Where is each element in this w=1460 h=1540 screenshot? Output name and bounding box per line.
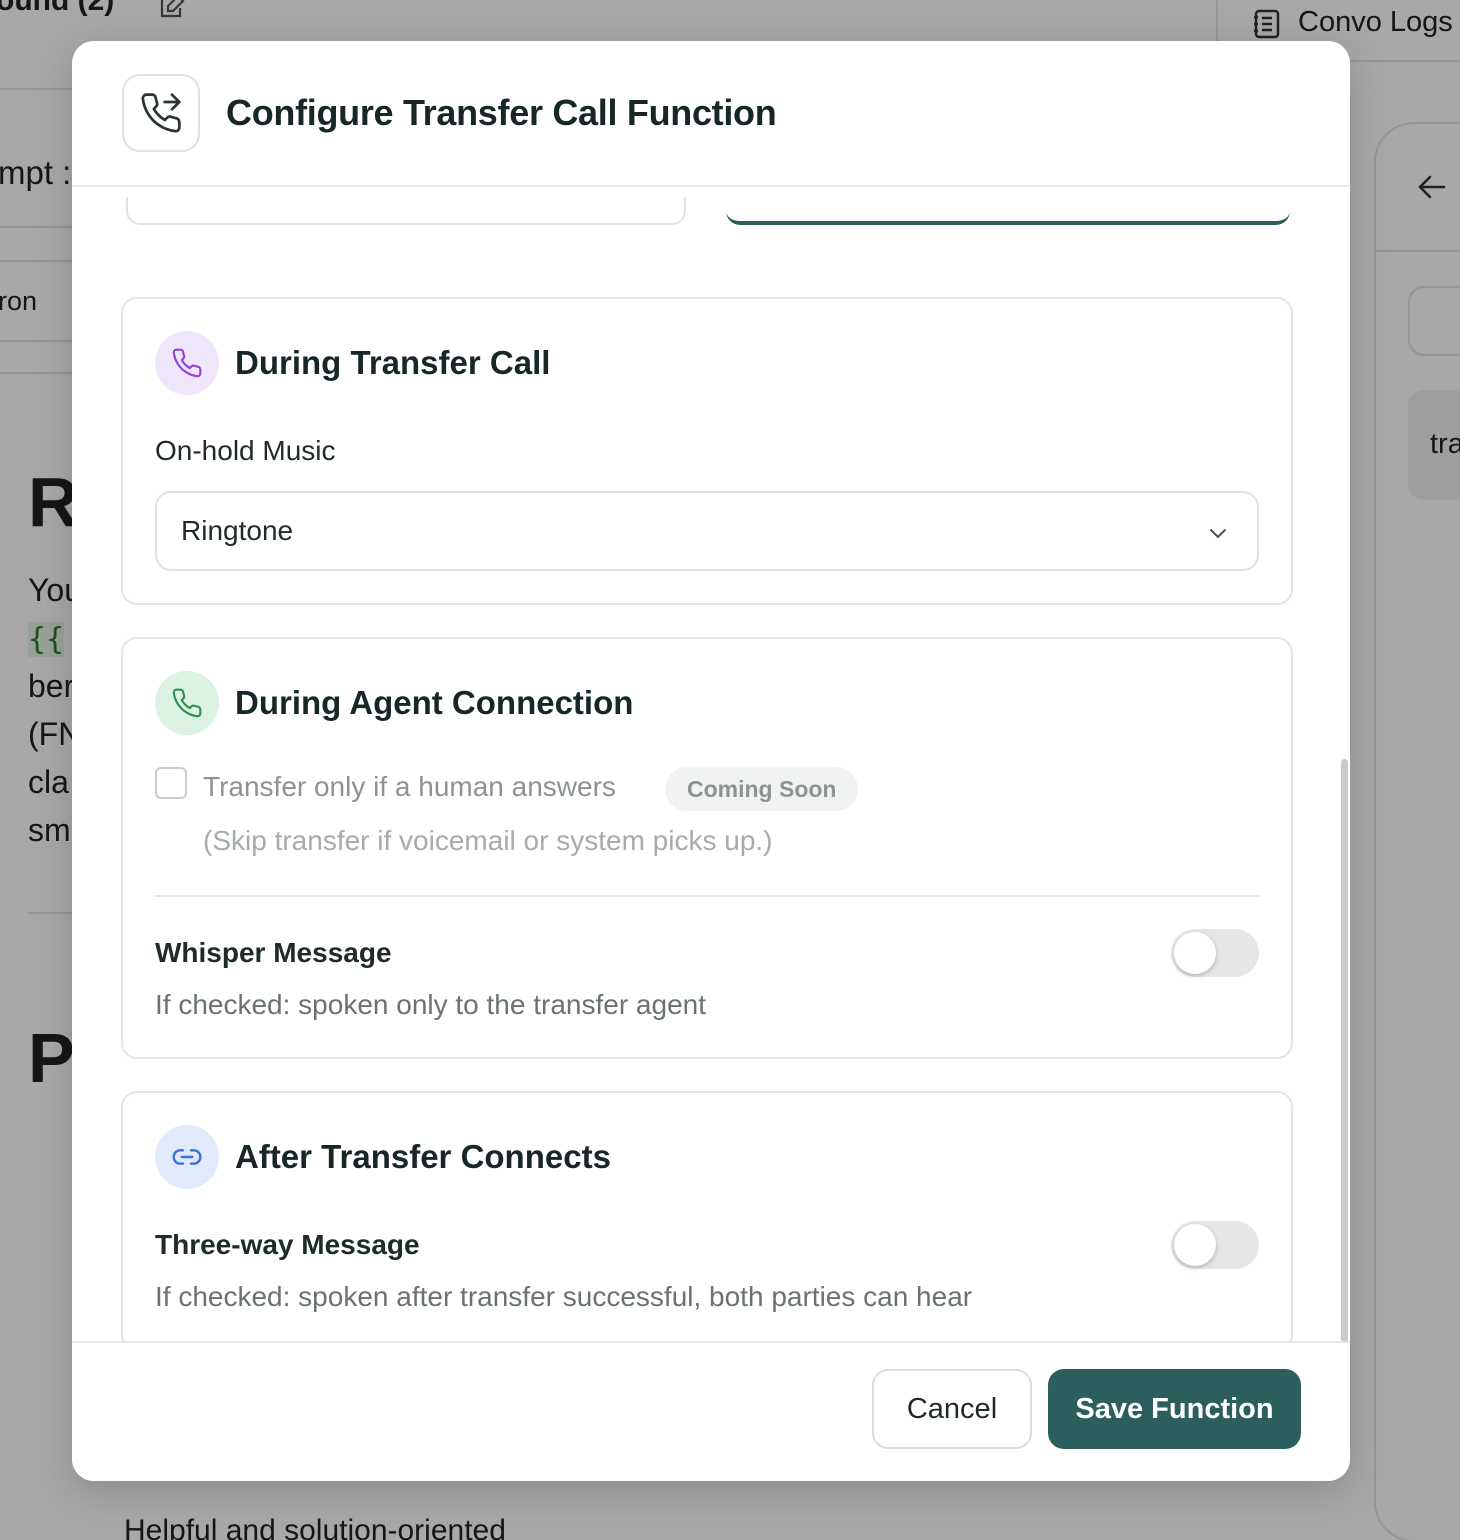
human-answer-checkbox[interactable] — [155, 767, 187, 799]
after-transfer-title: After Transfer Connects — [235, 1138, 611, 1175]
cancel-button[interactable]: Cancel — [872, 1369, 1032, 1449]
phone-icon — [155, 671, 219, 735]
whisper-message-toggle[interactable] — [1171, 929, 1259, 977]
coming-soon-badge: Coming Soon — [665, 767, 859, 811]
modal-title: Configure Transfer Call Function — [226, 92, 777, 133]
phone-forward-icon — [122, 74, 200, 152]
scrollbar[interactable] — [1341, 759, 1348, 1341]
chevron-down-icon — [1207, 519, 1229, 551]
human-answer-label: Transfer only if a human answers — [203, 771, 616, 802]
modal-header: Configure Transfer Call Function — [72, 41, 1350, 187]
during-transfer-card: During Transfer Call On-hold Music Ringt… — [121, 297, 1293, 605]
onhold-music-select[interactable]: Ringtone — [155, 491, 1259, 571]
modal-footer: Cancel Save Function — [72, 1341, 1350, 1481]
toggle-knob — [1174, 1224, 1216, 1266]
onhold-music-value: Ringtone — [181, 515, 294, 546]
save-function-button[interactable]: Save Function — [1048, 1369, 1301, 1449]
previous-section-stub-selected — [726, 197, 1290, 225]
whisper-message-desc: If checked: spoken only to the transfer … — [155, 989, 707, 1020]
divider — [155, 895, 1259, 897]
after-transfer-card: After Transfer Connects Three-way Messag… — [121, 1091, 1293, 1341]
onhold-music-label: On-hold Music — [155, 435, 336, 466]
link-icon — [155, 1125, 219, 1189]
modal-body[interactable]: During Transfer Call On-hold Music Ringt… — [72, 189, 1350, 1341]
whisper-message-title: Whisper Message — [155, 937, 392, 968]
human-answer-sublabel: (Skip transfer if voicemail or system pi… — [203, 825, 773, 856]
previous-section-stub — [126, 197, 686, 225]
toggle-knob — [1174, 932, 1216, 974]
during-transfer-title: During Transfer Call — [235, 344, 551, 381]
threeway-message-desc: If checked: spoken after transfer succes… — [155, 1281, 973, 1312]
phone-icon — [155, 331, 219, 395]
during-agent-card: During Agent Connection Transfer only if… — [121, 637, 1293, 1059]
threeway-message-toggle[interactable] — [1171, 1221, 1259, 1269]
threeway-message-title: Three-way Message — [155, 1229, 420, 1260]
during-agent-title: During Agent Connection — [235, 684, 634, 721]
configure-transfer-modal: Configure Transfer Call Function During … — [72, 41, 1350, 1481]
